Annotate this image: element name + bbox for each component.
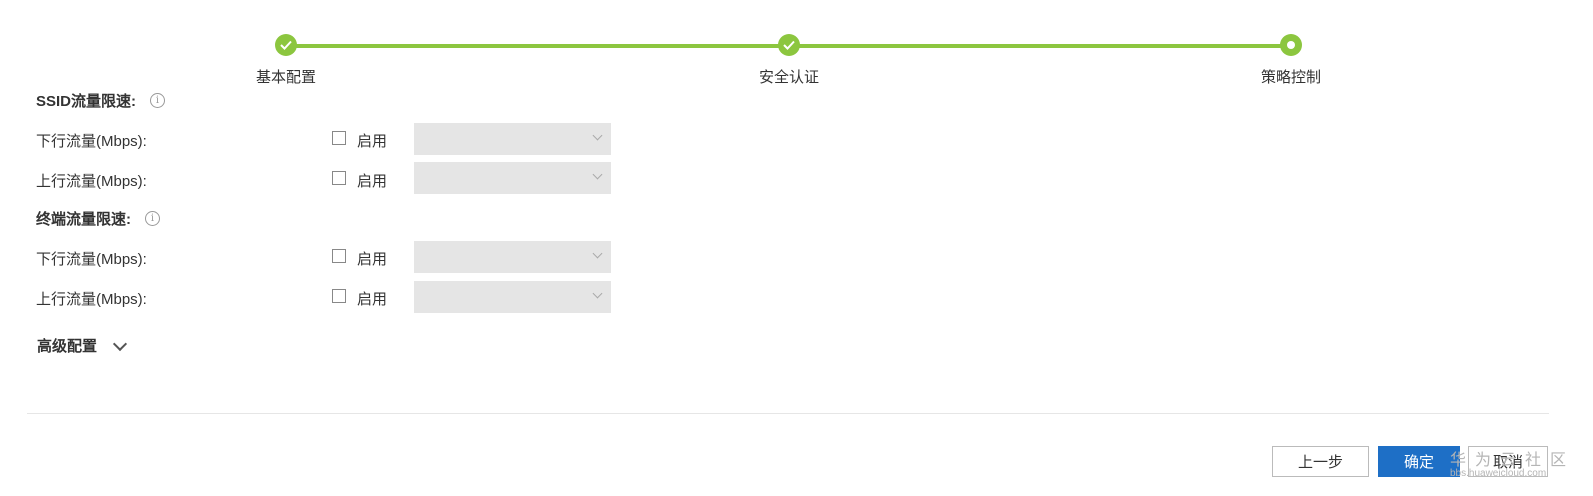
terminal-downlink-enable-label[interactable]: 启用 bbox=[357, 248, 387, 269]
footer-divider bbox=[27, 413, 1549, 414]
cancel-button[interactable]: 取消 bbox=[1468, 446, 1548, 477]
ssid-downlink-enable-label[interactable]: 启用 bbox=[357, 130, 387, 151]
confirm-button[interactable]: 确定 bbox=[1378, 446, 1460, 477]
advanced-config-label: 高级配置 bbox=[37, 338, 98, 355]
terminal-rate-limit-label: 终端流量限速: bbox=[36, 211, 131, 228]
chevron-down-icon bbox=[112, 336, 128, 351]
terminal-downlink-select[interactable] bbox=[414, 241, 611, 273]
chevron-down-icon bbox=[592, 169, 603, 180]
ssid-downlink-label: 下行流量(Mbps): bbox=[36, 133, 147, 150]
info-icon[interactable]: i bbox=[145, 211, 160, 226]
terminal-uplink-enable-label[interactable]: 启用 bbox=[357, 288, 387, 309]
step-1-done-icon bbox=[275, 34, 297, 56]
chevron-down-icon bbox=[592, 130, 603, 141]
ssid-uplink-enable-label[interactable]: 启用 bbox=[357, 170, 387, 191]
terminal-uplink-label: 上行流量(Mbps): bbox=[36, 291, 147, 308]
terminal-uplink-enable-checkbox[interactable] bbox=[332, 289, 346, 303]
terminal-uplink-select[interactable] bbox=[414, 281, 611, 313]
ssid-rate-limit-title: SSID流量限速: i bbox=[36, 90, 166, 111]
terminal-downlink-label: 下行流量(Mbps): bbox=[36, 251, 147, 268]
chevron-down-icon bbox=[592, 288, 603, 299]
step-2-done-icon bbox=[778, 34, 800, 56]
step-connector bbox=[296, 44, 779, 48]
step-3-current-icon bbox=[1280, 34, 1302, 56]
step-1-label: 基本配置 bbox=[255, 69, 317, 86]
step-3-label: 策略控制 bbox=[1260, 69, 1322, 86]
advanced-config-toggle[interactable]: 高级配置 bbox=[37, 335, 128, 356]
ssid-uplink-enable-checkbox[interactable] bbox=[332, 171, 346, 185]
terminal-rate-limit-title: 终端流量限速: i bbox=[36, 208, 160, 229]
ssid-uplink-label: 上行流量(Mbps): bbox=[36, 173, 147, 190]
step-connector bbox=[799, 44, 1281, 48]
previous-step-button[interactable]: 上一步 bbox=[1272, 446, 1369, 477]
step-2-label: 安全认证 bbox=[758, 69, 820, 86]
chevron-down-icon bbox=[592, 248, 603, 259]
ssid-rate-limit-label: SSID流量限速: bbox=[36, 93, 137, 110]
terminal-downlink-enable-checkbox[interactable] bbox=[332, 249, 346, 263]
ssid-uplink-select[interactable] bbox=[414, 162, 611, 194]
progress-stepper: 基本配置 安全认证 策略控制 bbox=[0, 0, 1593, 90]
info-icon[interactable]: i bbox=[150, 93, 166, 108]
ssid-downlink-select[interactable] bbox=[414, 123, 611, 155]
ssid-downlink-enable-checkbox[interactable] bbox=[332, 131, 346, 145]
